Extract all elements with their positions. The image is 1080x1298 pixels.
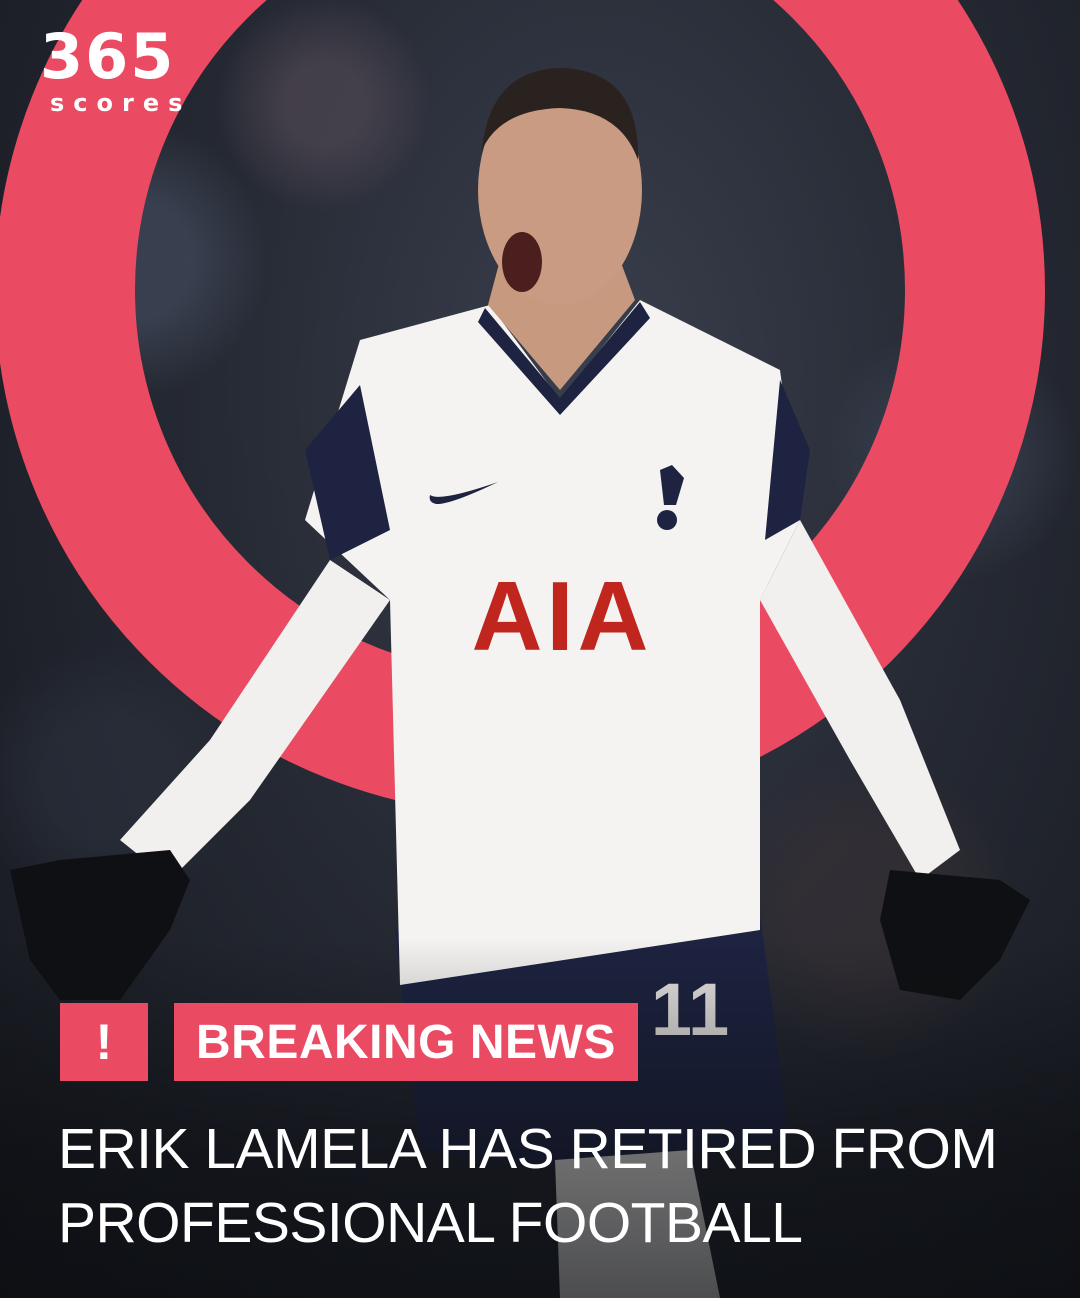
- news-card: AIA 11 365 scores ! BREAKING NEWS ERIK L…: [0, 0, 1080, 1298]
- headline: ERIK LAMELA HAS RETIRED FROM PROFESSIONA…: [58, 1112, 1038, 1260]
- player-open-mouth: [502, 232, 542, 292]
- logo-number: 365: [40, 20, 176, 93]
- logo-wordmark: scores: [50, 89, 192, 117]
- shirt-sponsor: AIA: [472, 561, 653, 671]
- headline-line-2: PROFESSIONAL FOOTBALL: [58, 1191, 803, 1255]
- headline-line-1: ERIK LAMELA HAS RETIRED FROM: [58, 1117, 998, 1181]
- brand-logo: 365 scores: [40, 20, 210, 117]
- breaking-news-badge: ! BREAKING NEWS: [60, 1003, 638, 1081]
- alert-icon: !: [60, 1003, 148, 1081]
- breaking-news-label: BREAKING NEWS: [174, 1003, 638, 1081]
- club-crest: [657, 510, 677, 530]
